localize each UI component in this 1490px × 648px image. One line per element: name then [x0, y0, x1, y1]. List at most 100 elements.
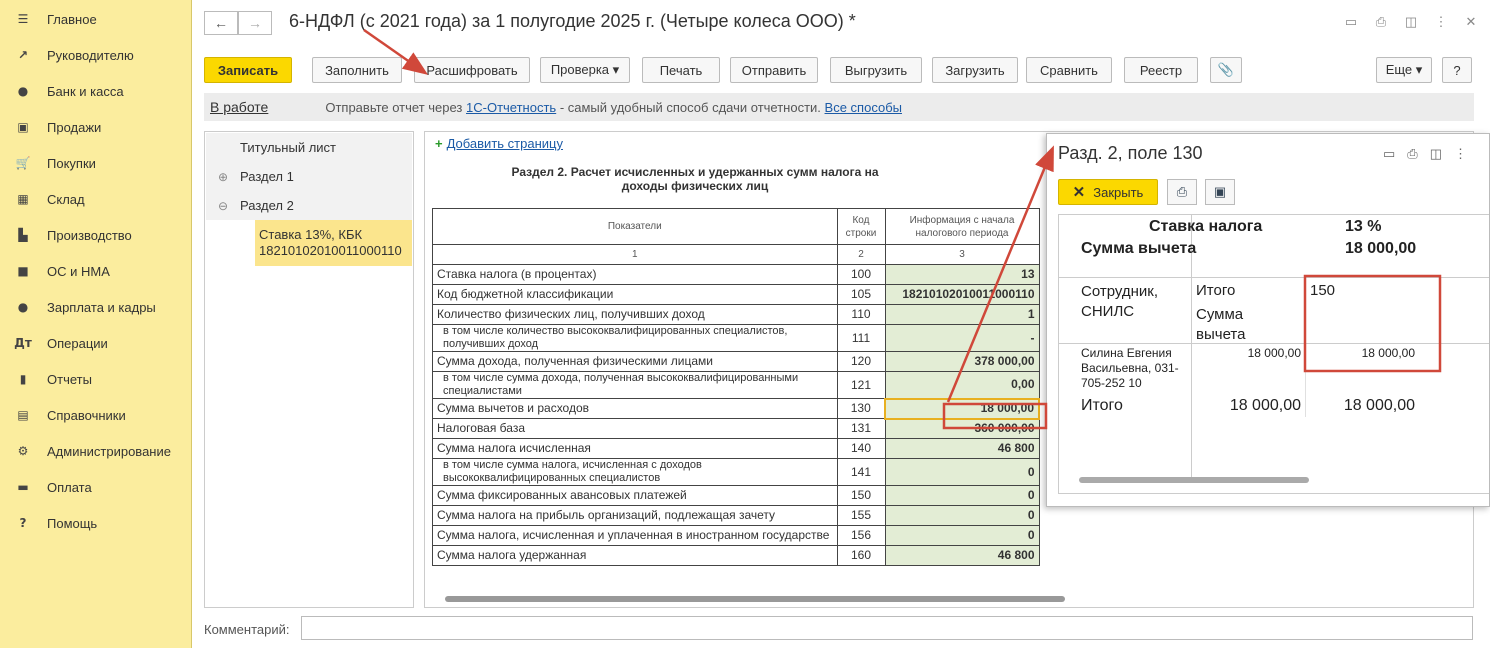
- deciphering-popup: Разд. 2, поле 130 ▭ ⎙ ◫ ⋮ ✕ Закрыть ⎙ ▣ С…: [1046, 133, 1490, 507]
- sidebar-item-5[interactable]: ▦ Склад: [0, 181, 191, 217]
- gear-icon: ⚙: [17, 444, 29, 458]
- table-row: Ставка налога (в процентах) 100 13: [432, 264, 1040, 285]
- scroll-thumb[interactable]: [445, 596, 1065, 602]
- sidebar-item-label: Производство: [47, 227, 132, 243]
- deduction-value: 18 000,00: [1345, 240, 1417, 257]
- add-page-link[interactable]: Добавить страницу: [447, 136, 563, 151]
- write-button[interactable]: Записать: [204, 57, 292, 83]
- tree-item-label: Раздел 2: [240, 198, 294, 213]
- more-icon[interactable]: ⋮: [1454, 146, 1467, 162]
- compare-button[interactable]: Сравнить: [1026, 57, 1112, 83]
- sidebar-item-3[interactable]: ▣ Продажи: [0, 109, 191, 145]
- sidebar-item-0[interactable]: ☰ Главное: [0, 1, 191, 37]
- sidebar-item-14[interactable]: ? Помощь: [0, 505, 191, 541]
- tree-item-label: Ставка 13%, КБК 18210102010011000110: [259, 227, 402, 259]
- add-page[interactable]: + Добавить страницу: [435, 136, 563, 151]
- row-code: 130: [836, 398, 886, 419]
- arrow-left-icon: ←: [214, 15, 228, 31]
- popup-save-button[interactable]: ▣: [1205, 179, 1235, 205]
- forward-button[interactable]: →: [238, 11, 272, 35]
- sidebar-item-1[interactable]: ↗ Руководителю: [0, 37, 191, 73]
- sidebar-item-4[interactable]: 🛒 Покупки: [0, 145, 191, 181]
- row-value[interactable]: 360 000,00: [884, 418, 1040, 439]
- collapse-icon[interactable]: ⊖: [206, 199, 240, 213]
- export-button[interactable]: Выгрузить: [830, 57, 922, 83]
- popup-scroll-thumb[interactable]: [1079, 477, 1309, 483]
- table-row: Сумма дохода, полученная физическими лиц…: [432, 351, 1040, 372]
- sidebar-item-10[interactable]: ▮ Отчеты: [0, 361, 191, 397]
- row-code: 105: [836, 284, 886, 305]
- row-value[interactable]: 0: [884, 485, 1040, 506]
- help-button[interactable]: ?: [1442, 57, 1472, 83]
- sidebar-item-13[interactable]: ▬ Оплата: [0, 469, 191, 505]
- sidebar-item-7[interactable]: ■ ОС и НМА: [0, 253, 191, 289]
- sidebar-item-2[interactable]: ● Банк и касса: [0, 73, 191, 109]
- row-value[interactable]: 0,00: [884, 371, 1040, 399]
- back-button[interactable]: ←: [204, 11, 238, 35]
- attach-button[interactable]: 📎: [1210, 57, 1242, 83]
- tree-item-title-sheet[interactable]: Титульный лист: [206, 133, 412, 162]
- save-icon[interactable]: ▭: [1383, 146, 1395, 162]
- close-button[interactable]: ✕ Закрыть: [1058, 179, 1158, 205]
- send-button[interactable]: Отправить: [730, 57, 818, 83]
- tree-item-section1[interactable]: ⊕ Раздел 1: [206, 162, 412, 191]
- cart-icon: 🛒: [15, 156, 31, 170]
- decipher-button[interactable]: Расшифровать: [414, 57, 530, 83]
- table-row: в том числе количество высококвалифициро…: [432, 324, 1040, 352]
- save-icon[interactable]: ▭: [1342, 14, 1360, 30]
- link-all-methods[interactable]: Все способы: [825, 100, 902, 115]
- fill-button[interactable]: Заполнить: [312, 57, 402, 83]
- tree-item-section2[interactable]: ⊖ Раздел 2: [206, 191, 412, 220]
- row-value[interactable]: 18210102010011000110: [884, 284, 1040, 305]
- sidebar-item-9[interactable]: Дт Операции: [0, 325, 191, 361]
- preview-icon[interactable]: ◫: [1430, 146, 1442, 162]
- preview-icon[interactable]: ◫: [1402, 14, 1420, 30]
- table-header-numbers: 1 2 3: [432, 244, 1040, 265]
- registry-button[interactable]: Реестр: [1124, 57, 1198, 83]
- close-icon[interactable]: ✕: [1462, 14, 1480, 30]
- row-label: Сумма налога, исчисленная и уплаченная в…: [432, 525, 838, 546]
- row-code: 111: [836, 324, 886, 352]
- import-button[interactable]: Загрузить: [932, 57, 1018, 83]
- print-icon[interactable]: ⎙: [1407, 146, 1417, 162]
- more-icon[interactable]: ⋮: [1432, 14, 1450, 30]
- row-value[interactable]: 13: [884, 264, 1040, 285]
- sidebar-item-12[interactable]: ⚙ Администрирование: [0, 433, 191, 469]
- more-button[interactable]: Еще ▾: [1376, 57, 1432, 83]
- wallet-icon: ▬: [17, 480, 29, 494]
- check-button[interactable]: Проверка ▾: [540, 57, 630, 83]
- row-code: 141: [836, 458, 886, 486]
- table-row: Количество физических лиц, получивших до…: [432, 304, 1040, 325]
- row-value[interactable]: 0: [884, 458, 1040, 486]
- comment-field[interactable]: [301, 616, 1473, 640]
- link-1c-reporting[interactable]: 1С-Отчетность: [466, 100, 556, 115]
- sidebar-item-8[interactable]: ● Зарплата и кадры: [0, 289, 191, 325]
- popup-print-button[interactable]: ⎙: [1167, 179, 1197, 205]
- col-code: 150: [1310, 282, 1336, 299]
- bar-chart-icon: ▮: [19, 372, 27, 386]
- horizontal-scrollbar[interactable]: [445, 595, 1445, 603]
- sidebar-item-6[interactable]: ▙ Производство: [0, 217, 191, 253]
- sidebar-item-11[interactable]: ▤ Справочники: [0, 397, 191, 433]
- footer-label: Итого: [1081, 397, 1123, 414]
- row-value[interactable]: -: [884, 324, 1040, 352]
- print-icon[interactable]: ⎙: [1372, 14, 1390, 30]
- sidebar-item-label: Справочники: [47, 407, 126, 423]
- row-value[interactable]: 18 000,00: [884, 397, 1040, 420]
- tree-item-rate-13[interactable]: Ставка 13%, КБК 18210102010011000110: [255, 220, 412, 266]
- rate-label: Ставка налога: [1149, 218, 1263, 235]
- row-label: Сумма вычетов и расходов: [432, 398, 838, 419]
- row-code: 140: [836, 438, 886, 459]
- row-value[interactable]: 378 000,00: [884, 351, 1040, 372]
- row-value[interactable]: 46 800: [884, 545, 1040, 566]
- row-value[interactable]: 46 800: [884, 438, 1040, 459]
- header-num3: 3: [884, 244, 1040, 265]
- expand-icon[interactable]: ⊕: [206, 170, 240, 184]
- status-link[interactable]: В работе: [210, 99, 268, 115]
- row-value[interactable]: 1: [884, 304, 1040, 325]
- sidebar-item-label: Главное: [47, 11, 97, 27]
- row-value[interactable]: 0: [884, 505, 1040, 526]
- print-button[interactable]: Печать: [642, 57, 720, 83]
- table-row: Сумма налога исчисленная 140 46 800: [432, 438, 1040, 459]
- row-value[interactable]: 0: [884, 525, 1040, 546]
